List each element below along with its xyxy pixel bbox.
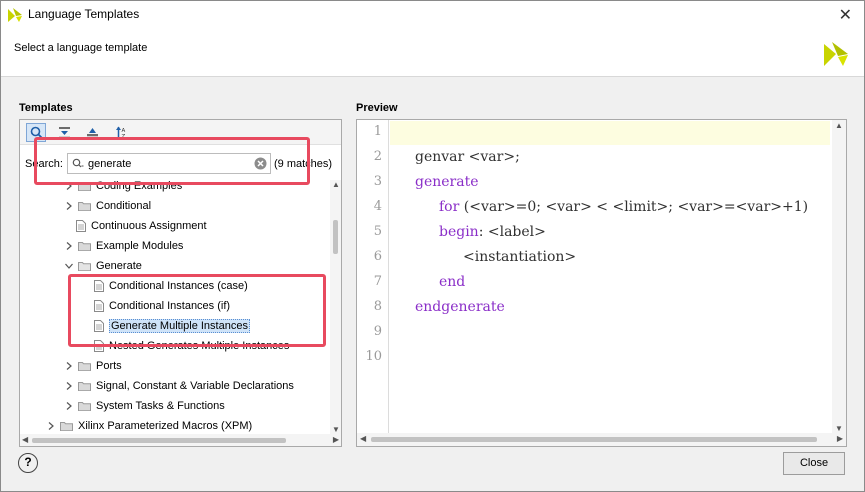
tree-hscroll-thumb[interactable]: [32, 438, 286, 443]
line-number-gutter: 1 2 3 4 5 6 7 8 9 10: [357, 120, 389, 434]
code-line[interactable]: endgenerate: [415, 299, 505, 315]
dialog-header: Select a language template: [1, 29, 864, 77]
tree-horizontal-scrollbar[interactable]: ◀ ▶: [20, 434, 341, 446]
vivado-logo-icon: [8, 8, 22, 22]
line-number: 7: [373, 274, 382, 289]
tree-item-label: Generate: [96, 260, 142, 272]
tree-item-continuous-assignment[interactable]: Continuous Assignment: [76, 217, 207, 235]
preview-label: Preview: [356, 102, 398, 114]
folder-icon: [60, 421, 73, 431]
line-number: 5: [373, 224, 382, 239]
tree-item-ports[interactable]: Ports: [64, 357, 122, 375]
help-button[interactable]: ?: [18, 453, 38, 473]
file-icon: [76, 220, 86, 232]
tree-item-conditional[interactable]: Conditional: [64, 197, 151, 215]
scroll-down-icon[interactable]: ▼: [332, 425, 340, 434]
scroll-left-icon[interactable]: ◀: [360, 434, 366, 443]
tree-item-example-modules[interactable]: Example Modules: [64, 237, 183, 255]
tree-item-label: Continuous Assignment: [91, 220, 207, 232]
scroll-right-icon[interactable]: ▶: [837, 434, 843, 443]
window-close-icon[interactable]: ✕: [839, 5, 852, 25]
tree-scroll-thumb[interactable]: [333, 220, 338, 254]
folder-icon: [78, 401, 91, 411]
vivado-header-logo-icon: [824, 42, 848, 66]
chevron-right-icon[interactable]: [64, 361, 74, 371]
title-bar: Language Templates ✕: [1, 1, 864, 29]
line-number: 9: [373, 324, 382, 339]
line-number: 4: [373, 199, 382, 214]
chevron-right-icon[interactable]: [64, 241, 74, 251]
preview-horizontal-scrollbar[interactable]: ◀ ▶: [357, 433, 846, 446]
code-line[interactable]: for (<var>=0; <var> < <limit>; <var>=<va…: [439, 199, 808, 215]
code-line[interactable]: genvar <var>;: [415, 149, 520, 165]
scroll-up-icon[interactable]: ▲: [332, 180, 340, 189]
line-number: 6: [373, 249, 382, 264]
line-number: 1: [373, 124, 382, 139]
tree-item-label: Conditional: [96, 200, 152, 212]
highlight-box-results: [68, 274, 326, 347]
line-number: 8: [373, 299, 382, 314]
scroll-up-icon[interactable]: ▲: [835, 121, 843, 130]
tree-vertical-scrollbar[interactable]: ▲ ▼: [330, 180, 341, 434]
chevron-down-icon[interactable]: [64, 261, 74, 271]
chevron-right-icon[interactable]: [64, 401, 74, 411]
preview-hscroll-thumb[interactable]: [371, 437, 817, 442]
chevron-right-icon[interactable]: [64, 381, 74, 391]
open-folder-icon: [78, 261, 91, 271]
header-text: Select a language template: [14, 42, 148, 54]
window-title: Language Templates: [28, 7, 140, 21]
templates-label: Templates: [19, 102, 73, 114]
folder-icon: [78, 201, 91, 211]
scroll-down-icon[interactable]: ▼: [835, 424, 843, 433]
code-line[interactable]: <instantiation>: [463, 249, 576, 265]
folder-icon: [78, 361, 91, 371]
tree-item-generate[interactable]: Generate: [64, 257, 142, 275]
line-number: 10: [365, 349, 382, 364]
close-button[interactable]: Close: [783, 452, 845, 475]
code-line[interactable]: generate: [415, 174, 479, 190]
tree-item-label: Signal, Constant & Variable Declarations: [96, 380, 294, 392]
line-number: 2: [373, 149, 382, 164]
chevron-right-icon[interactable]: [46, 421, 56, 431]
tree-item-label: Xilinx Parameterized Macros (XPM): [78, 420, 253, 432]
scroll-right-icon[interactable]: ▶: [333, 435, 339, 444]
code-line[interactable]: end: [439, 274, 465, 290]
folder-icon: [78, 241, 91, 251]
tree-item-label: System Tasks & Functions: [96, 400, 225, 412]
folder-icon: [78, 381, 91, 391]
preview-vertical-scrollbar[interactable]: ▲ ▼: [832, 120, 846, 434]
code-line[interactable]: begin: <label>: [439, 224, 546, 240]
scroll-left-icon[interactable]: ◀: [22, 435, 28, 444]
highlight-box-search: [34, 137, 310, 185]
chevron-right-icon[interactable]: [64, 201, 74, 211]
tree-item-label: Ports: [96, 360, 122, 372]
language-templates-dialog: Language Templates ✕ Select a language t…: [0, 0, 865, 492]
preview-panel: 1 2 3 4 5 6 7 8 9 10 genvar <var>; gener…: [356, 119, 847, 447]
line-number: 3: [373, 174, 382, 189]
tree-item-signal-declarations[interactable]: Signal, Constant & Variable Declarations: [64, 377, 294, 395]
tree-item-system-tasks[interactable]: System Tasks & Functions: [64, 397, 225, 415]
tree-item-xpm[interactable]: Xilinx Parameterized Macros (XPM): [46, 417, 252, 434]
current-line-highlight: [390, 121, 830, 145]
tree-item-label: Example Modules: [96, 240, 184, 252]
